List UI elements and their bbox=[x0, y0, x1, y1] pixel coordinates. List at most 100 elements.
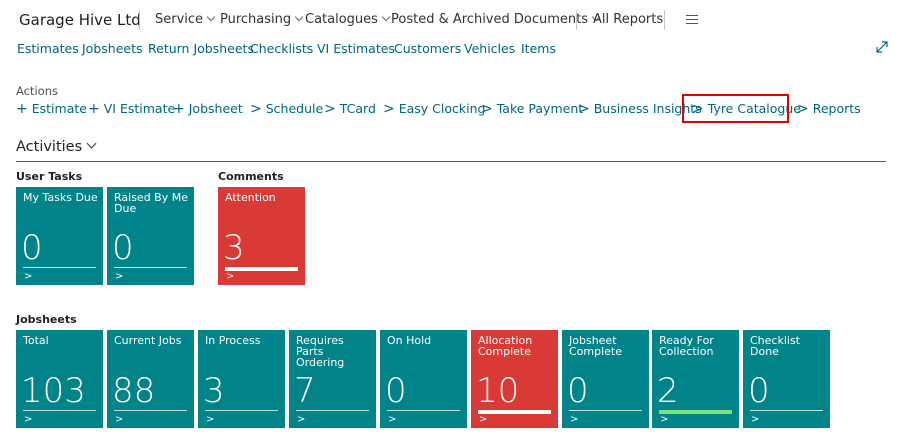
tile-indicator-bar bbox=[478, 410, 551, 414]
chevron-right-icon: > bbox=[388, 414, 397, 425]
chevron-down-icon bbox=[206, 12, 216, 22]
action-take-payment[interactable]: > Take Payment bbox=[481, 101, 583, 117]
chevron-right-icon: > bbox=[226, 271, 235, 282]
group-label-comments: Comments bbox=[218, 170, 284, 183]
activities-heading[interactable]: Activities bbox=[16, 138, 97, 155]
tile-in-process[interactable]: In Process 3 > bbox=[198, 330, 285, 428]
chevron-right-icon: > bbox=[206, 414, 215, 425]
action-tcard[interactable]: > TCard bbox=[324, 101, 376, 117]
menu-posted-archived[interactable]: Posted & Archived Documents bbox=[391, 12, 601, 27]
tile-jobsheet-complete[interactable]: Jobsheet Complete 0 > bbox=[562, 330, 649, 428]
separator bbox=[139, 10, 140, 30]
action-label: Jobsheet bbox=[188, 101, 243, 116]
group-label-user-tasks: User Tasks bbox=[16, 170, 83, 183]
tile-label: Checklist Done bbox=[750, 334, 800, 358]
highlight-annotation bbox=[682, 94, 789, 123]
tile-indicator-bar bbox=[225, 267, 298, 271]
top-bar: Garage Hive Ltd Service Purchasing Catal… bbox=[0, 0, 900, 38]
plus-icon: + bbox=[16, 101, 28, 117]
action-label: VI Estimate bbox=[103, 101, 176, 116]
chevron-right-icon: > bbox=[751, 414, 760, 425]
chevron-right-icon: > bbox=[115, 271, 124, 282]
menu-catalogues-label: Catalogues bbox=[305, 12, 378, 27]
tile-value: 0 bbox=[748, 371, 770, 411]
tile-divider bbox=[114, 410, 187, 411]
chevron-right-icon: > bbox=[115, 414, 124, 425]
menu-purchasing[interactable]: Purchasing bbox=[220, 12, 304, 27]
action-easy-clocking[interactable]: > Easy Clocking bbox=[383, 101, 485, 117]
tile-indicator-bar bbox=[659, 410, 732, 414]
tile-value: 0 bbox=[567, 371, 589, 411]
tile-value: 3 bbox=[203, 371, 225, 411]
tile-value: 88 bbox=[112, 371, 156, 411]
tile-raised-by-me-due[interactable]: Raised By Me Due 0 > bbox=[107, 187, 194, 285]
chevron-right-icon: > bbox=[578, 101, 590, 117]
nav-vehicles[interactable]: Vehicles bbox=[464, 41, 515, 56]
tile-my-tasks-due[interactable]: My Tasks Due 0 > bbox=[16, 187, 103, 285]
nav-items[interactable]: Items bbox=[521, 41, 556, 56]
tile-value: 3 bbox=[223, 228, 245, 268]
nav-jobsheets[interactable]: Jobsheets bbox=[82, 41, 143, 56]
chevron-right-icon: > bbox=[479, 414, 488, 425]
tile-allocation-complete[interactable]: Allocation Complete 10 > bbox=[471, 330, 558, 428]
expand-icon[interactable] bbox=[875, 40, 889, 54]
separator bbox=[664, 10, 665, 30]
tile-checklist-done[interactable]: Checklist Done 0 > bbox=[743, 330, 830, 428]
action-reports[interactable]: > Reports bbox=[797, 101, 861, 117]
action-schedule[interactable]: > Schedule bbox=[250, 101, 323, 117]
action-jobsheet[interactable]: + Jobsheet bbox=[173, 101, 243, 117]
tile-current-jobs[interactable]: Current Jobs 88 > bbox=[107, 330, 194, 428]
menu-catalogues[interactable]: Catalogues bbox=[305, 12, 391, 27]
chevron-right-icon: > bbox=[383, 101, 395, 117]
nav-estimates[interactable]: Estimates bbox=[17, 41, 79, 56]
tile-value: 0 bbox=[21, 228, 43, 268]
tile-divider bbox=[750, 410, 823, 411]
tile-total[interactable]: Total 103 > bbox=[16, 330, 103, 428]
chevron-right-icon: > bbox=[797, 101, 809, 117]
tile-on-hold[interactable]: On Hold 0 > bbox=[380, 330, 467, 428]
divider bbox=[16, 161, 886, 162]
activities-title: Activities bbox=[16, 139, 83, 155]
chevron-right-icon: > bbox=[570, 414, 579, 425]
tile-divider bbox=[23, 267, 96, 268]
group-label-jobsheets: Jobsheets bbox=[16, 313, 77, 326]
tile-value: 0 bbox=[385, 371, 407, 411]
action-vi-estimate[interactable]: + VI Estimate bbox=[88, 101, 175, 117]
chevron-down-icon bbox=[381, 12, 391, 22]
action-label: Reports bbox=[812, 101, 861, 116]
tile-label: Requires Parts Ordering bbox=[296, 334, 345, 369]
separator bbox=[576, 10, 577, 30]
chevron-down-icon bbox=[86, 138, 97, 149]
plus-icon: + bbox=[88, 101, 100, 117]
company-name[interactable]: Garage Hive Ltd bbox=[19, 11, 141, 29]
tile-ready-for-collection[interactable]: Ready For Collection 2 > bbox=[652, 330, 739, 428]
nav-customers[interactable]: Customers bbox=[394, 41, 461, 56]
chevron-right-icon: > bbox=[250, 101, 262, 117]
nav-return-jobsheets[interactable]: Return Jobsheets bbox=[148, 41, 254, 56]
tile-label: Allocation Complete bbox=[478, 334, 533, 358]
tile-requires-parts-ordering[interactable]: Requires Parts Ordering 7 > bbox=[289, 330, 376, 428]
chevron-right-icon: > bbox=[660, 414, 669, 425]
hamburger-menu-icon[interactable] bbox=[686, 15, 698, 27]
nav-checklists[interactable]: Checklists bbox=[250, 41, 313, 56]
tile-divider bbox=[569, 410, 642, 411]
menu-service-label: Service bbox=[155, 12, 204, 27]
tile-value: 10 bbox=[476, 371, 520, 411]
chevron-right-icon: > bbox=[481, 101, 493, 117]
action-label: Take Payment bbox=[496, 101, 584, 116]
tile-value: 103 bbox=[21, 371, 86, 411]
tile-divider bbox=[114, 267, 187, 268]
nav-vi-estimates[interactable]: VI Estimates bbox=[317, 41, 395, 56]
chevron-right-icon: > bbox=[324, 101, 336, 117]
chevron-down-icon bbox=[294, 12, 304, 22]
all-reports-link[interactable]: All Reports bbox=[593, 12, 663, 27]
tile-attention[interactable]: Attention 3 > bbox=[218, 187, 305, 285]
chevron-right-icon: > bbox=[24, 271, 33, 282]
tile-label: Current Jobs bbox=[114, 334, 182, 347]
tile-value: 2 bbox=[657, 371, 679, 411]
action-estimate[interactable]: + Estimate bbox=[16, 101, 87, 117]
menu-service[interactable]: Service bbox=[155, 12, 216, 27]
action-label: Estimate bbox=[31, 101, 87, 116]
tile-value: 0 bbox=[112, 228, 134, 268]
tile-divider bbox=[23, 410, 96, 411]
